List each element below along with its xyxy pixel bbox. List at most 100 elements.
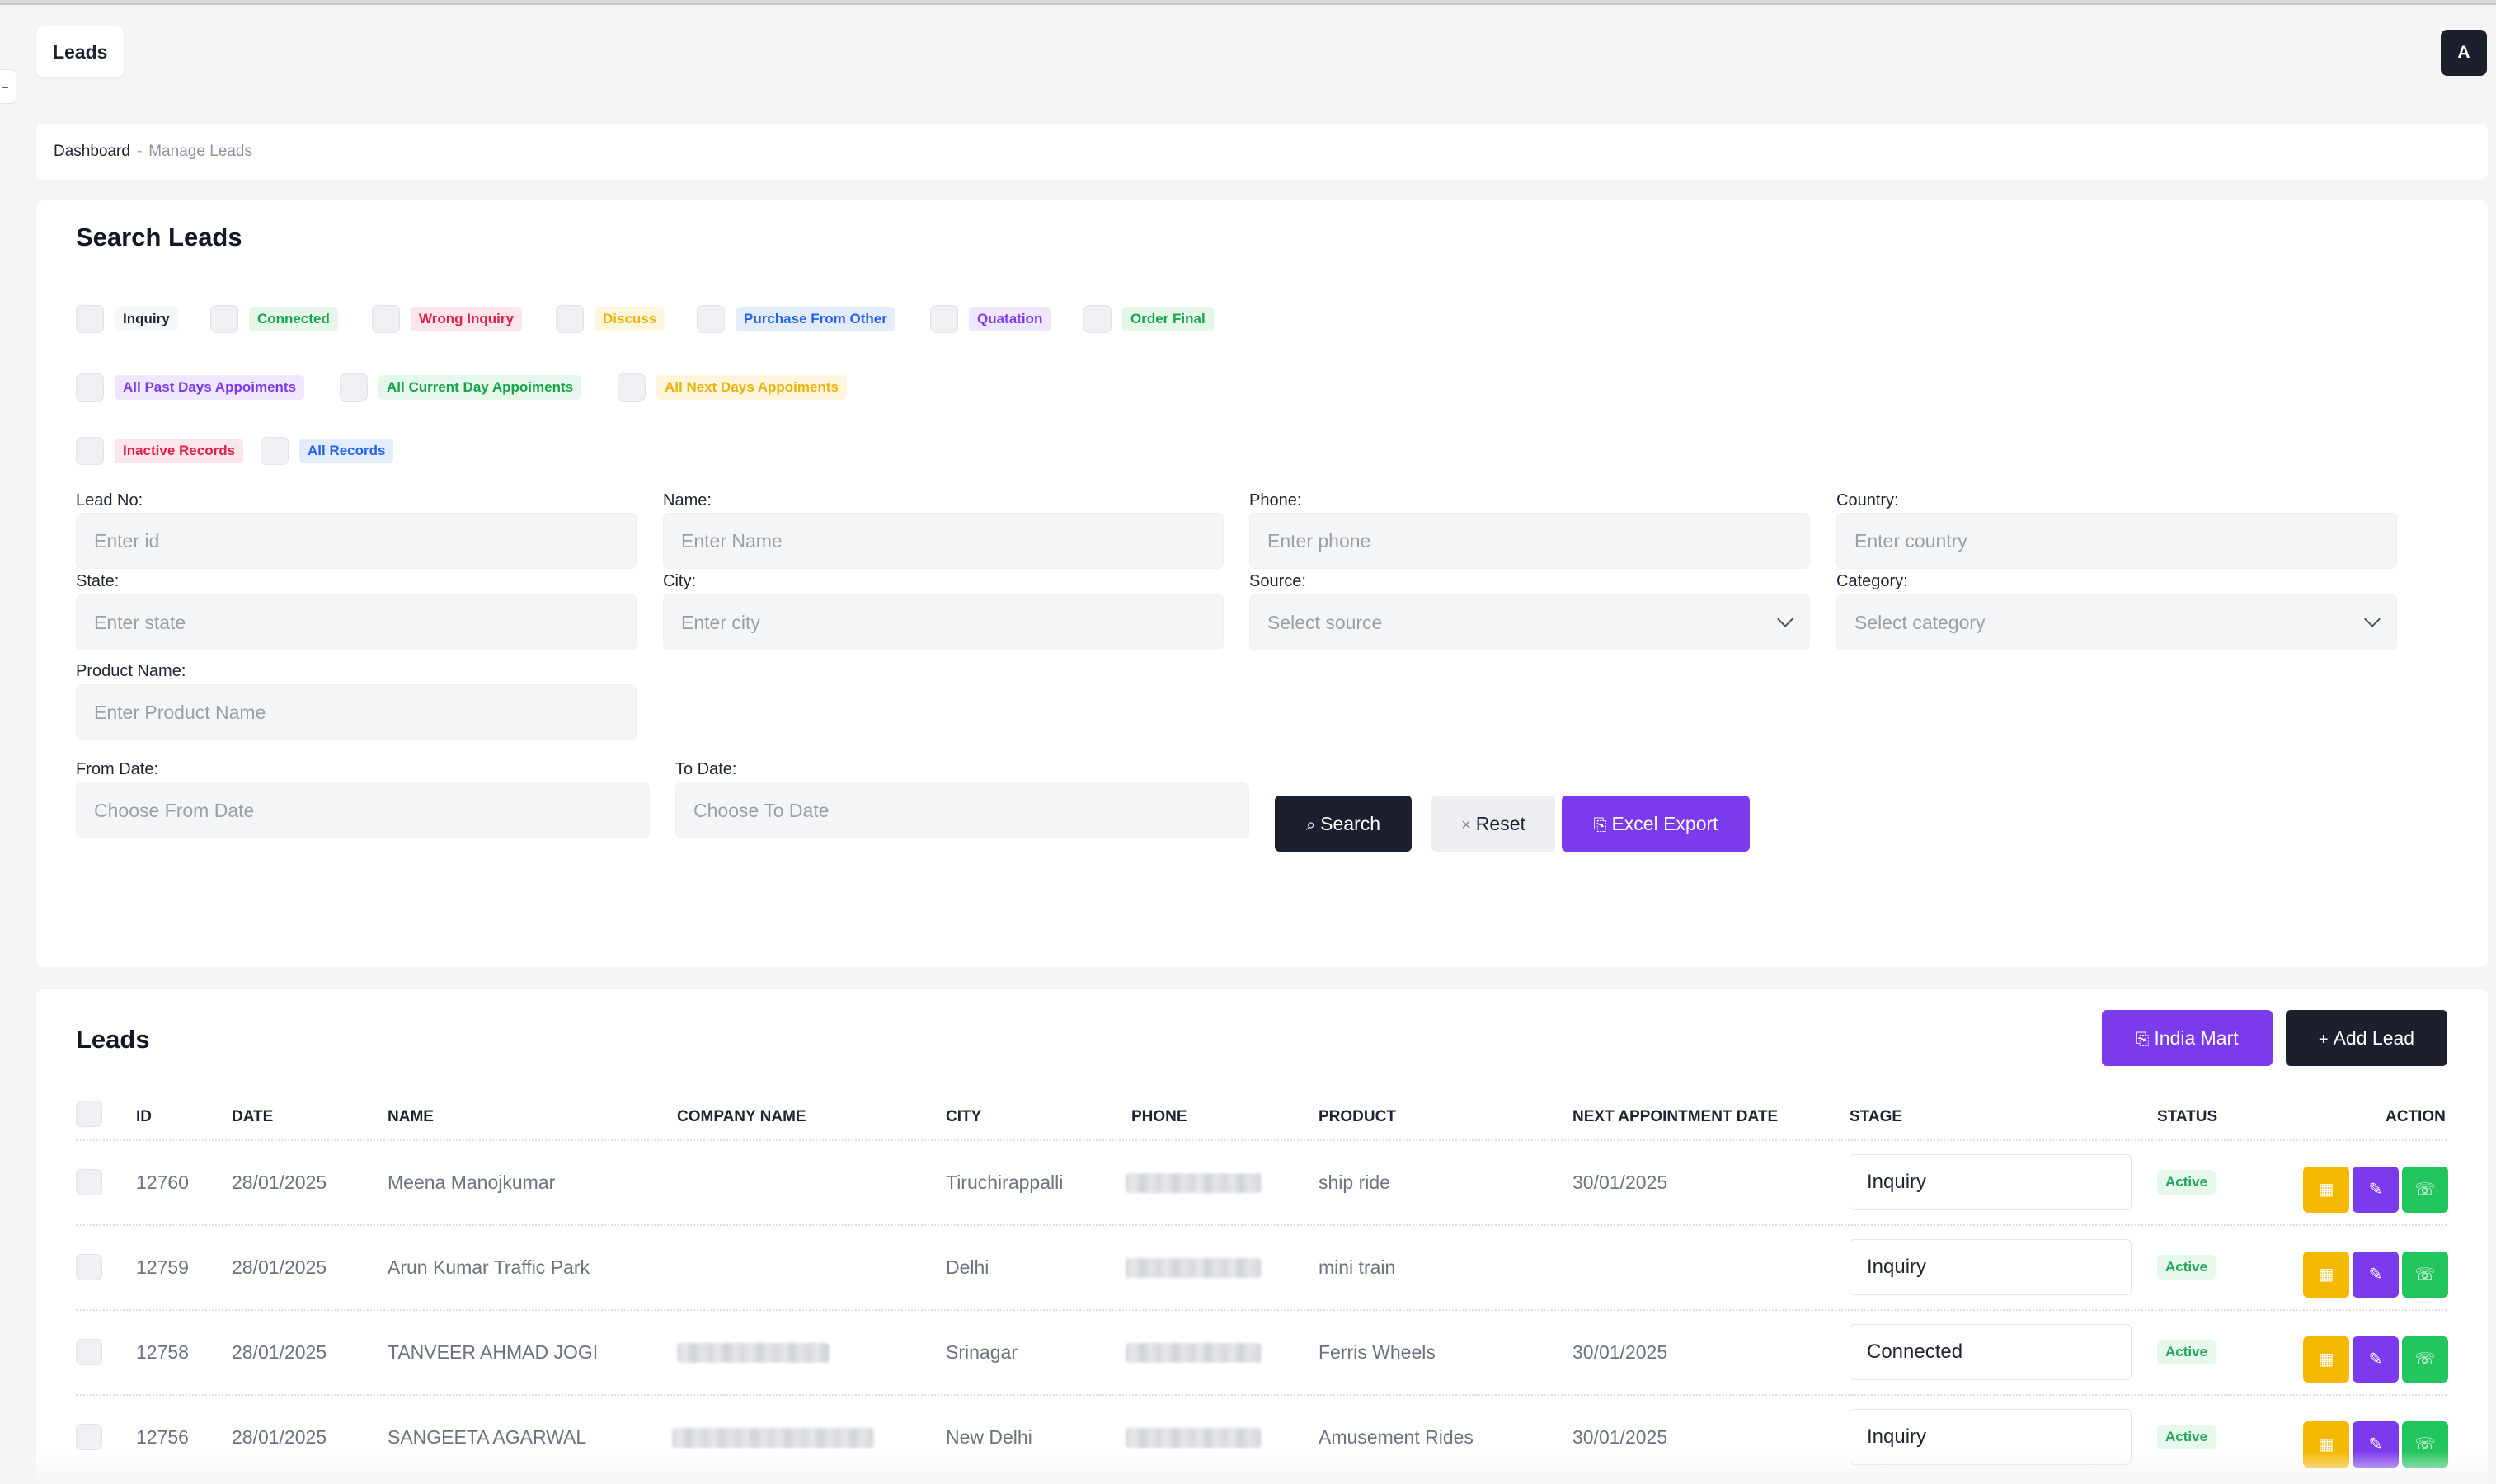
cell-phone-redacted: [1126, 1428, 1262, 1448]
stage-select[interactable]: Inquiry: [1850, 1239, 2132, 1295]
chevron-down-icon: [2364, 611, 2381, 627]
phone-input[interactable]: Enter phone: [1249, 513, 1810, 569]
filter-badge-wrong-inquiry: Wrong Inquiry: [411, 307, 522, 331]
from-date-input[interactable]: Choose From Date: [76, 782, 650, 838]
row-checkbox[interactable]: [76, 1424, 102, 1450]
status-badge: Active: [2157, 1340, 2216, 1364]
reset-button[interactable]: × Reset: [1431, 796, 1555, 852]
whatsapp-button[interactable]: ☏: [2402, 1167, 2448, 1213]
edit-button[interactable]: ✎: [2353, 1167, 2399, 1213]
cell-name: Arun Kumar Traffic Park: [388, 1256, 590, 1278]
to-date-input[interactable]: Choose To Date: [675, 782, 1249, 838]
export-icon: ⎘: [1593, 816, 1607, 834]
cell-city: Srinagar: [946, 1341, 1018, 1363]
breadcrumb-dashboard[interactable]: Dashboard: [54, 143, 130, 160]
cell-city: Delhi: [946, 1256, 989, 1278]
filter-checkbox-quatation[interactable]: [930, 305, 958, 333]
filter-badge-discuss: Discuss: [595, 307, 665, 331]
cell-next-appointment: 30/01/2025: [1572, 1426, 1668, 1448]
edit-button[interactable]: ✎: [2353, 1336, 2399, 1383]
column-header-name: NAME: [388, 1108, 434, 1125]
cell-phone-redacted: [1126, 1258, 1262, 1278]
calendar-button[interactable]: ▦: [2303, 1336, 2349, 1383]
lead-no-input[interactable]: Enter id: [76, 513, 637, 569]
row-checkbox[interactable]: [76, 1169, 102, 1195]
close-icon: ×: [1461, 816, 1471, 834]
filter-checkbox-connected[interactable]: [210, 305, 238, 333]
cell-id: 12760: [136, 1172, 189, 1193]
breadcrumb-separator: -: [136, 143, 143, 160]
filter-badge-current-day: All Current Day Appoiments: [378, 375, 582, 400]
filter-checkbox-inactive-records[interactable]: [76, 437, 104, 465]
status-badge: Active: [2157, 1255, 2216, 1280]
search-icon: ⌕: [1305, 816, 1316, 834]
cell-next-appointment: 30/01/2025: [1572, 1341, 1668, 1363]
filter-checkbox-inquiry[interactable]: [76, 305, 104, 333]
lead-no-label: Lead No:: [76, 491, 143, 510]
edit-icon: ✎: [2368, 1181, 2383, 1199]
edit-button[interactable]: ✎: [2353, 1252, 2399, 1298]
filter-checkbox-wrong-inquiry[interactable]: [372, 305, 400, 333]
select-all-checkbox[interactable]: [76, 1101, 102, 1127]
top-border: [0, 0, 2496, 5]
source-select[interactable]: Select source: [1249, 594, 1810, 650]
avatar[interactable]: A: [2441, 30, 2487, 76]
filter-badge-past-days: All Past Days Appoiments: [115, 375, 305, 400]
state-label: State:: [76, 572, 120, 590]
edit-icon: ✎: [2368, 1350, 2383, 1369]
filter-badge-inactive-records: Inactive Records: [115, 439, 244, 463]
calendar-button[interactable]: ▦: [2303, 1167, 2349, 1213]
filter-checkbox-discuss[interactable]: [556, 305, 584, 333]
whatsapp-button[interactable]: ☏: [2402, 1336, 2448, 1383]
cell-next-appointment: 30/01/2025: [1572, 1172, 1668, 1193]
filter-checkbox-all-records[interactable]: [261, 437, 289, 465]
product-name-label: Product Name:: [76, 662, 186, 680]
column-header-phone: PHONE: [1131, 1108, 1187, 1125]
cell-date: 28/01/2025: [232, 1256, 327, 1278]
add-lead-button[interactable]: + Add Lead: [2286, 1010, 2447, 1066]
row-separator: [76, 1309, 2447, 1311]
filter-checkbox-current-day[interactable]: [340, 373, 368, 402]
row-checkbox[interactable]: [76, 1254, 102, 1280]
sidebar-toggle[interactable]: [0, 69, 16, 104]
row-separator: [76, 1394, 2447, 1396]
cell-product: ship ride: [1319, 1172, 1390, 1193]
country-input[interactable]: Enter country: [1836, 513, 2397, 569]
india-mart-button[interactable]: ⎘ India Mart: [2102, 1010, 2273, 1066]
cell-name: SANGEETA AGARWAL: [388, 1426, 587, 1448]
column-header-city: CITY: [946, 1108, 982, 1125]
cell-id: 12756: [136, 1426, 189, 1448]
city-input[interactable]: Enter city: [663, 594, 1224, 650]
to-date-label: To Date:: [675, 760, 737, 778]
whatsapp-button[interactable]: ☏: [2402, 1252, 2448, 1298]
search-leads-title: Search Leads: [76, 223, 242, 251]
calendar-button[interactable]: ▦: [2303, 1252, 2349, 1298]
name-input[interactable]: Enter Name: [663, 513, 1224, 569]
filter-checkbox-past-days[interactable]: [76, 373, 104, 402]
state-input[interactable]: Enter state: [76, 594, 637, 650]
stage-select[interactable]: Inquiry: [1850, 1154, 2132, 1210]
filter-badge-order-final: Order Final: [1122, 307, 1214, 331]
search-button-label: Search: [1320, 813, 1381, 834]
edit-icon: ✎: [2368, 1266, 2383, 1284]
filter-checkbox-next-days[interactable]: [618, 373, 646, 402]
search-button[interactable]: ⌕ Search: [1275, 796, 1412, 852]
category-select[interactable]: Select category: [1836, 594, 2397, 650]
source-select-value: Select source: [1267, 612, 1383, 633]
product-name-input[interactable]: Enter Product Name: [76, 684, 637, 740]
stage-select[interactable]: Connected: [1850, 1324, 2132, 1380]
leads-title: Leads: [76, 1025, 150, 1054]
status-badge: Active: [2157, 1425, 2216, 1449]
column-header-next-appointment-date: NEXT APPOINTMENT DATE: [1572, 1108, 1779, 1125]
cell-product: Ferris Wheels: [1319, 1341, 1436, 1363]
cell-date: 28/01/2025: [232, 1172, 327, 1193]
filter-badge-quatation: Quatation: [969, 307, 1051, 331]
filter-checkbox-order-final[interactable]: [1083, 305, 1112, 333]
cell-date: 28/01/2025: [232, 1341, 327, 1363]
from-date-label: From Date:: [76, 760, 159, 778]
excel-export-button[interactable]: ⎘ Excel Export: [1562, 796, 1750, 852]
cell-company-redacted: [672, 1428, 874, 1448]
filter-checkbox-purchase-from-other[interactable]: [697, 305, 725, 333]
whatsapp-icon: ☏: [2414, 1350, 2436, 1369]
row-checkbox[interactable]: [76, 1339, 102, 1365]
